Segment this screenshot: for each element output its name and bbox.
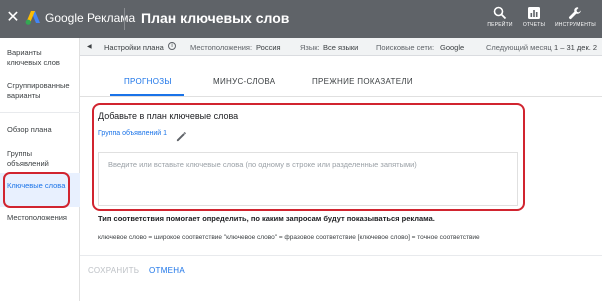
tab-negative-keywords[interactable]: МИНУС-СЛОВА — [213, 77, 275, 86]
locations-value[interactable]: Россия — [256, 43, 281, 52]
tools-label: ИНСТРУМЕНТЫ — [555, 22, 596, 28]
save-button[interactable]: СОХРАНИТЬ — [88, 266, 139, 275]
top-bar: ✕ Google Реклама План ключевых слов ПЕРЕ… — [0, 0, 602, 38]
add-keywords-title: Добавьте в план ключевые слова — [98, 111, 239, 121]
tabs-divider — [80, 96, 602, 97]
language-label: Язык: — [300, 43, 320, 52]
sidebar-item-keyword-ideas[interactable]: Варианты ключевых слов — [7, 48, 75, 68]
brand-name: Google Реклама — [45, 11, 136, 25]
network-label: Поисковые сети: — [376, 43, 435, 52]
sidebar-item-ad-groups[interactable]: Группы объявлений — [7, 149, 75, 169]
next-month-label: Следующий месяц — [486, 43, 552, 52]
next-month-value[interactable]: 1 – 31 дек. 2 — [554, 43, 597, 52]
keywords-card: ПРОГНОЗЫ МИНУС-СЛОВА ПРЕЖНИЕ ПОКАЗАТЕЛИ … — [80, 56, 602, 301]
go-to-button[interactable]: ПЕРЕЙТИ — [484, 6, 516, 34]
actions-divider — [80, 255, 602, 256]
tools-button[interactable]: ИНСТРУМЕНТЫ — [555, 6, 596, 34]
wrench-icon — [568, 7, 581, 20]
language-value[interactable]: Все языки — [323, 43, 358, 52]
reports-icon — [528, 7, 540, 19]
collapse-arrow-icon[interactable]: ◀ — [87, 43, 92, 50]
sidebar-divider — [0, 112, 80, 113]
match-type-heading: Тип соответствия помогает определить, по… — [98, 214, 435, 223]
page-title: План ключевых слов — [141, 10, 290, 26]
sidebar-item-plan-overview[interactable]: Обзор плана — [7, 125, 75, 135]
plan-info-bar: ◀ Настройки плана i Местоположения: Росс… — [80, 38, 602, 56]
keywords-highlight-outline — [3, 172, 70, 208]
sidebar-item-locations[interactable]: Местоположения — [7, 213, 75, 223]
sidebar: Варианты ключевых слов Сгруппированные в… — [0, 38, 80, 301]
keywords-placeholder: Введите или вставьте ключевые слова (по … — [108, 160, 417, 169]
google-ads-logo-icon — [25, 11, 40, 25]
match-type-legend: ключевое слово = широкое соответствие "к… — [98, 234, 480, 241]
tab-forecasts[interactable]: ПРОГНОЗЫ — [124, 77, 172, 86]
reports-label: ОТЧЕТЫ — [522, 22, 546, 28]
ad-group-link[interactable]: Группа объявлений 1 — [98, 129, 168, 138]
pencil-icon[interactable] — [176, 131, 187, 142]
search-icon — [493, 6, 507, 20]
close-icon[interactable]: ✕ — [4, 9, 22, 27]
network-value[interactable]: Google — [440, 43, 464, 52]
main-area: ПРОГНОЗЫ МИНУС-СЛОВА ПРЕЖНИЕ ПОКАЗАТЕЛИ … — [80, 56, 602, 301]
reports-button[interactable]: ОТЧЕТЫ — [518, 6, 550, 34]
cancel-button[interactable]: ОТМЕНА — [149, 266, 185, 275]
info-icon[interactable]: i — [168, 42, 176, 50]
plan-settings-link[interactable]: Настройки плана — [104, 43, 164, 52]
header-divider — [124, 8, 125, 30]
sidebar-item-grouped-ideas[interactable]: Сгруппированные варианты — [7, 81, 75, 101]
go-to-label: ПЕРЕЙТИ — [487, 22, 513, 28]
locations-label: Местоположения: — [190, 43, 253, 52]
tab-historical-metrics[interactable]: ПРЕЖНИЕ ПОКАЗАТЕЛИ — [312, 77, 413, 86]
